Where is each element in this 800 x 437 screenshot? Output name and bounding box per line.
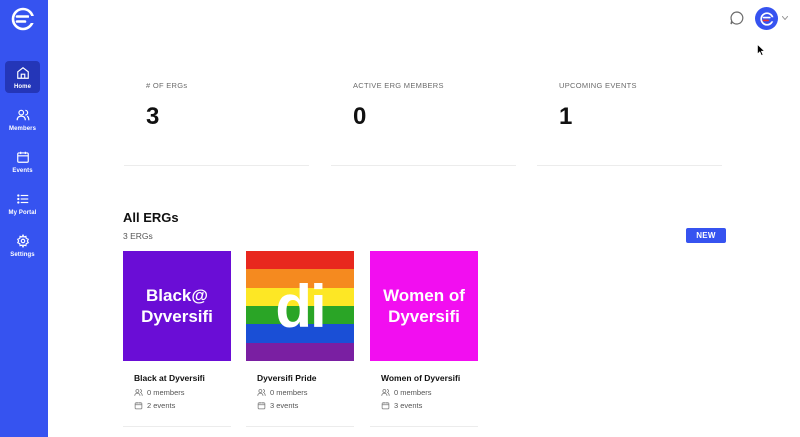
avatar[interactable] — [755, 7, 778, 30]
calendar-icon — [134, 402, 143, 410]
divider — [370, 426, 478, 427]
divider — [537, 165, 722, 166]
dyversifi-logo-icon — [759, 11, 774, 26]
stat-erg-count: # OF ERGs 3 — [124, 80, 309, 166]
divider — [124, 165, 309, 166]
dyversifi-logo-icon[interactable] — [11, 7, 35, 31]
gear-icon — [16, 234, 29, 248]
erg-card-events: 3 events — [381, 401, 422, 410]
erg-card-events: 2 events — [134, 401, 175, 410]
users-icon — [257, 389, 266, 396]
events-count: 3 events — [270, 401, 299, 410]
calendar-icon — [257, 402, 266, 410]
erg-card-image[interactable]: Black@ Dyversifi — [123, 251, 231, 361]
section-title: All ERGs — [123, 210, 179, 225]
stat-label: UPCOMING EVENTS — [559, 81, 637, 90]
sidebar-item-label: Events — [12, 168, 33, 174]
erg-card-members: 0 members — [381, 388, 432, 397]
stat-value: 3 — [146, 103, 160, 130]
erg-card-image[interactable]: di — [246, 251, 354, 361]
erg-card-women-of-dyversifi[interactable]: Women of Dyversifi Women of Dyversifi 0 … — [370, 251, 478, 427]
stat-active-members: ACTIVE ERG MEMBERS 0 — [331, 80, 516, 166]
members-count: 0 members — [147, 388, 185, 397]
stat-label: # OF ERGs — [146, 81, 188, 90]
users-icon — [16, 109, 29, 121]
members-count: 0 members — [394, 388, 432, 397]
sidebar-item-label: Settings — [10, 252, 35, 258]
erg-card-members: 0 members — [257, 388, 308, 397]
sidebar: Home Members Events My Portal Settings — [0, 0, 48, 437]
events-count: 3 events — [394, 401, 423, 410]
users-icon — [134, 389, 143, 396]
erg-card-dyversifi-pride[interactable]: di Dyversifi Pride 0 members 3 events — [246, 251, 354, 427]
calendar-icon — [381, 402, 390, 410]
divider — [246, 426, 354, 427]
new-erg-button[interactable]: NEW — [686, 228, 726, 243]
sidebar-item-label: Home — [13, 84, 32, 90]
home-icon — [16, 67, 29, 79]
erg-card-name[interactable]: Dyversifi Pride — [257, 373, 317, 383]
mouse-cursor-icon — [757, 44, 765, 56]
sidebar-item-my-portal[interactable]: My Portal — [5, 187, 40, 219]
erg-card-image[interactable]: Women of Dyversifi — [370, 251, 478, 361]
sidebar-item-members[interactable]: Members — [5, 103, 40, 135]
erg-card-black-at-dyversifi[interactable]: Black@ Dyversifi Black at Dyversifi 0 me… — [123, 251, 231, 427]
erg-card-name[interactable]: Women of Dyversifi — [381, 373, 460, 383]
sidebar-item-settings[interactable]: Settings — [5, 229, 40, 261]
stat-upcoming-events: UPCOMING EVENTS 1 — [537, 80, 722, 166]
events-count: 2 events — [147, 401, 176, 410]
erg-card-image-text: Black@ Dyversifi — [141, 286, 213, 326]
stat-value: 0 — [353, 103, 367, 130]
erg-card-image-text: di — [275, 273, 326, 340]
users-icon — [381, 389, 390, 396]
stat-label: ACTIVE ERG MEMBERS — [353, 81, 444, 90]
sidebar-item-home[interactable]: Home — [5, 61, 40, 93]
erg-card-name[interactable]: Black at Dyversifi — [134, 373, 205, 383]
calendar-icon — [16, 151, 29, 163]
erg-card-events: 3 events — [257, 401, 298, 410]
sidebar-item-events[interactable]: Events — [5, 145, 40, 177]
list-icon — [16, 194, 28, 204]
divider — [123, 426, 231, 427]
sidebar-item-label: My Portal — [8, 210, 37, 216]
divider — [331, 165, 516, 166]
erg-card-members: 0 members — [134, 388, 185, 397]
stat-value: 1 — [559, 103, 573, 130]
members-count: 0 members — [270, 388, 308, 397]
erg-count-label: 3 ERGs — [123, 231, 153, 241]
chat-icon[interactable] — [729, 10, 745, 26]
chevron-down-icon[interactable] — [782, 16, 788, 20]
sidebar-item-label: Members — [8, 126, 37, 132]
erg-card-image-text: Women of Dyversifi — [383, 286, 465, 326]
